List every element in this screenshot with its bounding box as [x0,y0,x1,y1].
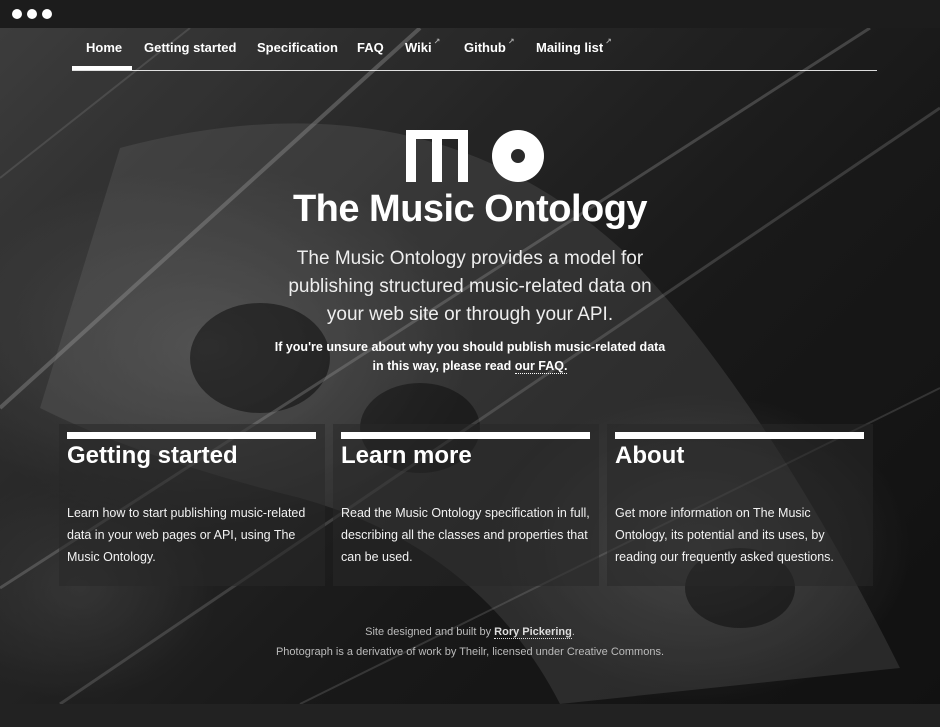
nav-wiki[interactable]: Wiki ↗ [405,37,441,55]
mo-logo-icon [406,130,544,182]
external-link-icon: ↗ [507,37,515,46]
card-title[interactable]: Getting started [67,442,238,470]
card-title[interactable]: Learn more [341,442,472,470]
card-accent-bar [341,432,590,439]
nav-active-indicator [72,66,132,70]
hero-note: If you're unsure about why you should pu… [270,338,670,376]
card-getting-started[interactable]: Getting started Learn how to start publi… [59,424,325,586]
footer-credit: Site designed and built by Rory Pickerin… [365,626,575,639]
nav-github[interactable]: Github ↗ [464,37,515,55]
nav-mailing-list[interactable]: Mailing list ↗ [536,37,612,55]
faq-link[interactable]: our FAQ. [514,359,568,374]
nav-home[interactable]: Home [86,40,122,55]
card-about[interactable]: About Get more information on The Music … [607,424,873,586]
hero-lead: The Music Ontology provides a model for … [288,248,652,325]
window-bottom-bar [0,704,940,727]
card-accent-bar [67,432,316,439]
window-dot-icon[interactable] [27,9,37,19]
page-title: The Music Ontology [292,188,648,230]
footer: Site designed and built by Rory Pickerin… [0,622,940,662]
card-body: Read the Music Ontology specification in… [341,506,590,564]
external-link-icon: ↗ [605,37,612,46]
nav-faq[interactable]: FAQ [357,40,384,55]
external-link-icon: ↗ [433,37,441,46]
nav-specification[interactable]: Specification [257,40,338,55]
hero-note-text: If you're unsure about why you should pu… [274,340,666,373]
author-link[interactable]: Rory Pickering [494,626,572,639]
window-titlebar [0,0,940,28]
card-body: Get more information on The Music Ontolo… [615,506,834,564]
footer-photo-credit: Photograph is a derivative of work by Th… [275,646,665,658]
card-title[interactable]: About [615,442,684,470]
card-learn-more[interactable]: Learn more Read the Music Ontology speci… [333,424,599,586]
card-body: Learn how to start publishing music-rela… [67,506,306,564]
window-dot-icon[interactable] [42,9,52,19]
card-accent-bar [615,432,864,439]
nav-getting-started[interactable]: Getting started [144,40,236,55]
window-dot-icon[interactable] [12,9,22,19]
main-nav: Home Getting started Specification FAQ W… [72,28,877,71]
page-viewport: Home Getting started Specification FAQ W… [0,28,940,704]
